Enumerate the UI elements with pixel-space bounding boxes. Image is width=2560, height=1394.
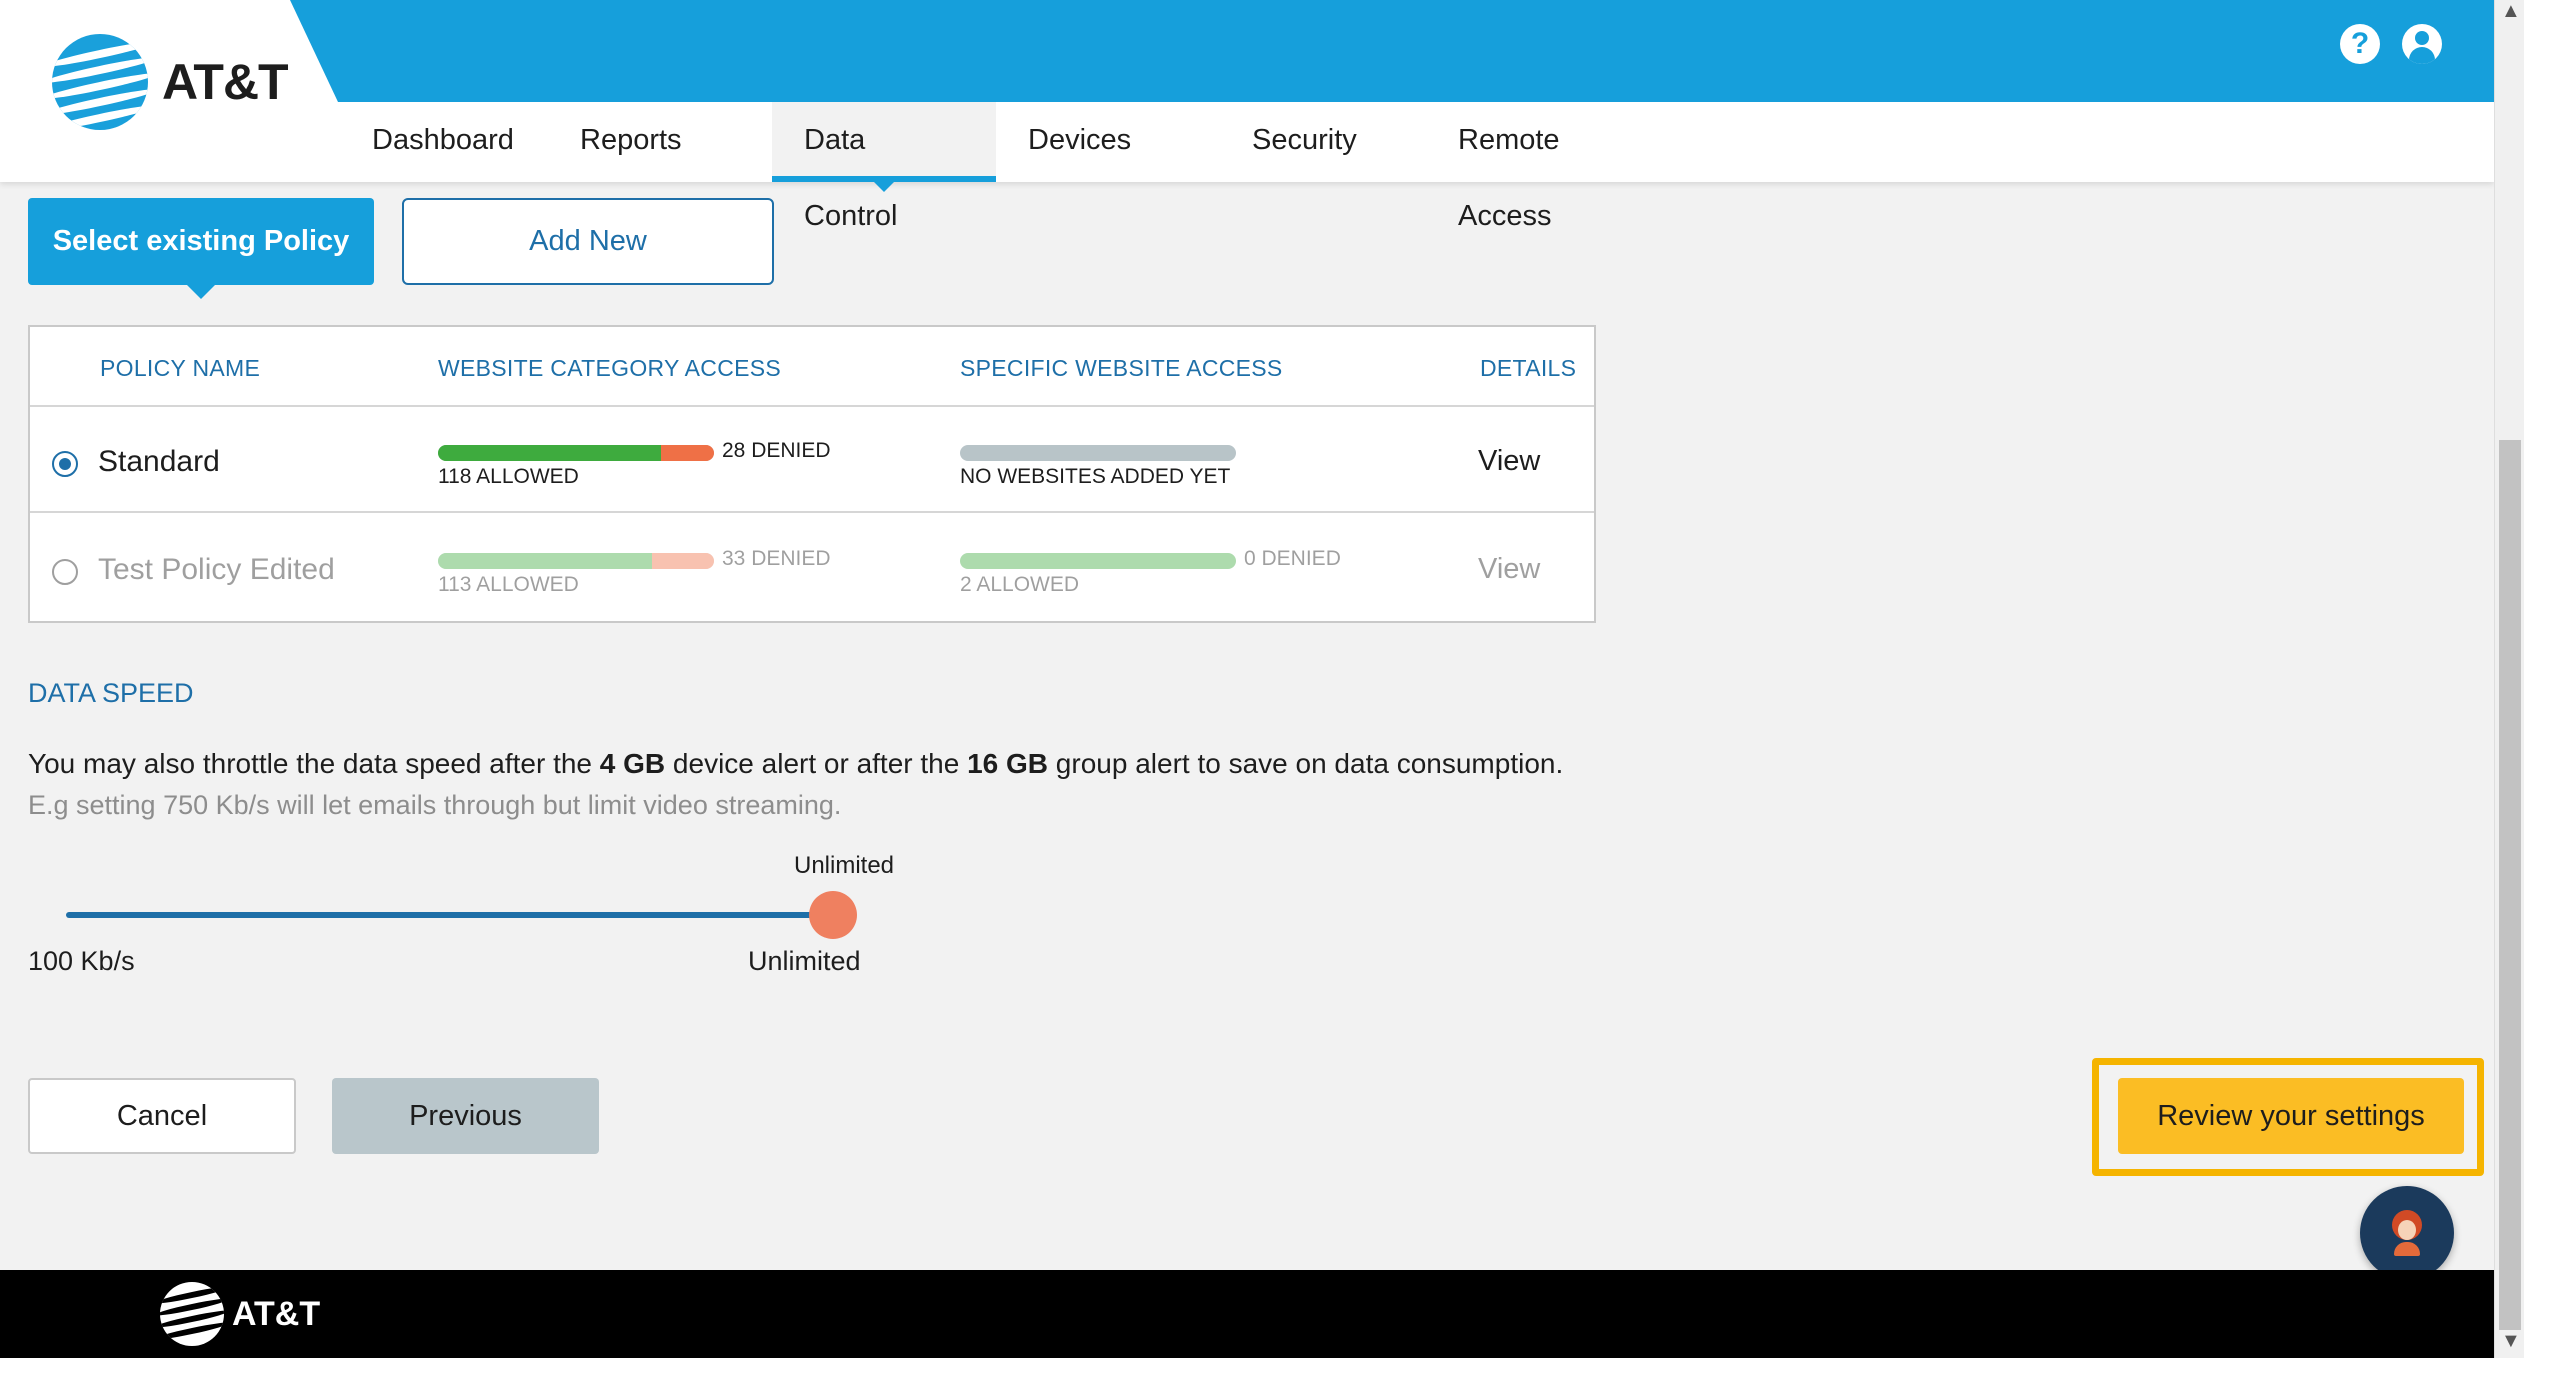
scroll-up-icon[interactable]: ▲: [2501, 0, 2521, 23]
tab-security[interactable]: Security: [1220, 102, 1426, 182]
att-globe-icon: [160, 1282, 224, 1346]
logo-text: AT&T: [162, 54, 289, 110]
tab-remote-access[interactable]: Remote Access: [1426, 102, 1666, 232]
specific-access-bar: [960, 445, 1236, 461]
specific-denied-label: 0 DENIED: [1244, 547, 1341, 570]
category-allowed-label: 113 ALLOWED: [438, 573, 579, 596]
category-allowed-label: 118 ALLOWED: [438, 465, 579, 488]
header-website-category-access: WEBSITE CATEGORY ACCESS: [438, 355, 782, 381]
cancel-button[interactable]: Cancel: [28, 1078, 296, 1154]
category-denied-fill: [651, 553, 714, 569]
tab-data-control[interactable]: Data Control: [772, 102, 996, 232]
vertical-scrollbar[interactable]: ▲ ▼: [2494, 0, 2524, 1358]
policy-radio[interactable]: [52, 559, 78, 585]
table-row[interactable]: Test Policy Edited 33 DENIED 113 ALLOWED…: [30, 515, 1594, 623]
table-row[interactable]: Standard 28 DENIED 118 ALLOWED NO WEBSIT…: [30, 405, 1594, 513]
slider-value-label: Unlimited: [794, 852, 895, 879]
group-alert-amount: 16 GB: [967, 748, 1049, 779]
header-blue-band: [290, 0, 2494, 102]
footer: AT&T: [0, 1270, 2494, 1358]
data-speed-title: DATA SPEED: [28, 678, 194, 708]
review-settings-button[interactable]: Review your settings: [2118, 1078, 2464, 1154]
policy-radio[interactable]: [52, 451, 78, 477]
help-icon[interactable]: ?: [2340, 24, 2380, 64]
slider-min-label: 100 Kb/s: [28, 946, 135, 976]
device-alert-amount: 4 GB: [599, 748, 666, 779]
category-allowed-fill: [438, 553, 652, 569]
chat-assistant-icon[interactable]: [2360, 1186, 2454, 1280]
view-details-link[interactable]: View: [1478, 445, 1540, 478]
category-denied-label: 28 DENIED: [722, 439, 831, 462]
policy-name: Test Policy Edited: [98, 553, 335, 586]
category-denied-label: 33 DENIED: [722, 547, 831, 570]
specific-allowed-label: 2 ALLOWED: [960, 573, 1080, 596]
main-nav: Dashboard Reports Data Control Devices S…: [340, 102, 1666, 232]
select-existing-policy-tab[interactable]: Select existing Policy: [28, 198, 374, 299]
slider-max-label: Unlimited: [748, 946, 861, 976]
tab-devices[interactable]: Devices: [996, 102, 1220, 182]
category-denied-fill: [661, 445, 714, 461]
scrollbar-thumb[interactable]: [2499, 440, 2521, 1330]
footer-logo-text: AT&T: [232, 1294, 321, 1333]
view-details-link[interactable]: View: [1478, 553, 1540, 586]
att-logo[interactable]: AT&T: [52, 34, 289, 130]
att-globe-icon: [52, 34, 148, 130]
app-window: AT&T ? Dashboard Reports Data Control De…: [0, 0, 2494, 1358]
top-header: AT&T ? Dashboard Reports Data Control De…: [0, 0, 2494, 232]
previous-button[interactable]: Previous: [332, 1078, 599, 1154]
throttle-description: You may also throttle the data speed aft…: [28, 748, 1564, 779]
speed-slider-handle[interactable]: [809, 891, 857, 939]
policy-table: POLICY NAME WEBSITE CATEGORY ACCESS SPEC…: [28, 325, 1596, 623]
category-access-bar: [438, 553, 714, 569]
scroll-down-icon[interactable]: ▼: [2501, 1330, 2521, 1353]
tab-reports[interactable]: Reports: [548, 102, 772, 182]
specific-allowed-fill: [960, 553, 1236, 569]
specific-allowed-label: NO WEBSITES ADDED YET: [960, 465, 1231, 488]
footer-logo[interactable]: AT&T: [160, 1282, 320, 1346]
user-account-icon[interactable]: [2402, 24, 2442, 64]
add-new-policy-button[interactable]: Add New: [402, 198, 774, 285]
header-policy-name: POLICY NAME: [100, 355, 261, 381]
category-access-bar: [438, 445, 714, 461]
tab-dashboard[interactable]: Dashboard: [340, 102, 548, 182]
header-details: DETAILS: [1480, 355, 1577, 381]
category-allowed-fill: [438, 445, 662, 461]
header-specific-website-access: SPECIFIC WEBSITE ACCESS: [960, 355, 1283, 381]
specific-access-bar: [960, 553, 1236, 569]
speed-slider-track[interactable]: [66, 912, 836, 918]
policy-name: Standard: [98, 445, 220, 478]
speed-hint: E.g setting 750 Kb/s will let emails thr…: [28, 790, 842, 820]
